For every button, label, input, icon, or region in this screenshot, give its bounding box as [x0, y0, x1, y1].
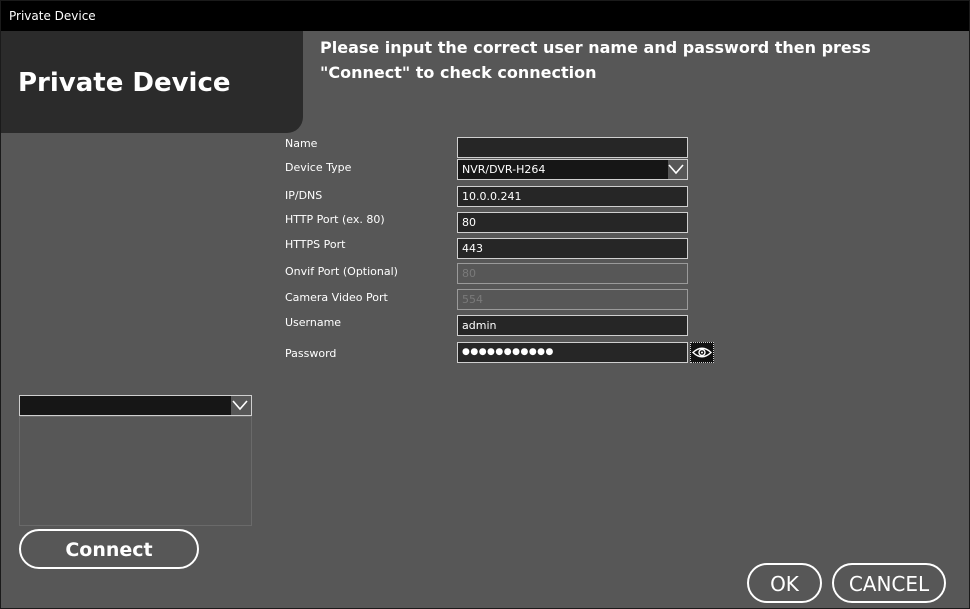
onvif-port-input[interactable]: 80: [457, 263, 688, 284]
cancel-button[interactable]: CANCEL: [832, 563, 946, 603]
connect-button[interactable]: Connect: [19, 529, 199, 569]
device-list-select-value: [20, 396, 231, 415]
chevron-down-icon[interactable]: [231, 397, 249, 414]
onvif-port-label: Onvif Port (Optional): [285, 265, 398, 278]
device-type-label: Device Type: [285, 161, 352, 174]
ip-dns-label: IP/DNS: [285, 189, 323, 202]
name-label: Name: [285, 137, 318, 150]
device-type-value: NVR/DVR-H264: [458, 160, 668, 179]
device-list-box[interactable]: [19, 416, 252, 526]
window-titlebar: Private Device: [1, 1, 969, 31]
ok-button[interactable]: OK: [747, 563, 822, 603]
https-port-label: HTTPS Port: [285, 238, 346, 251]
ip-dns-input[interactable]: 10.0.0.241: [457, 186, 688, 207]
eye-icon: [691, 347, 713, 358]
camera-video-port-input[interactable]: 554: [457, 289, 688, 310]
device-type-select[interactable]: NVR/DVR-H264: [457, 159, 688, 180]
http-port-input[interactable]: 80: [457, 212, 688, 233]
https-port-input[interactable]: 443: [457, 238, 688, 259]
show-password-button[interactable]: [690, 342, 714, 363]
username-input[interactable]: admin: [457, 315, 688, 336]
instruction-text: Please input the correct user name and p…: [320, 38, 871, 82]
http-port-label: HTTP Port (ex. 80): [285, 213, 385, 226]
header-panel: Private Device: [1, 31, 303, 133]
name-input[interactable]: [457, 137, 688, 158]
password-input[interactable]: ●●●●●●●●●●●: [457, 342, 688, 363]
private-device-dialog: Private Device Private Device Please inp…: [0, 0, 970, 609]
camera-video-port-label: Camera Video Port: [285, 291, 388, 304]
device-list-select[interactable]: [19, 395, 252, 416]
chevron-down-icon[interactable]: [667, 161, 685, 178]
username-label: Username: [285, 316, 342, 329]
page-title: Private Device: [18, 68, 231, 98]
password-label: Password: [285, 347, 337, 360]
